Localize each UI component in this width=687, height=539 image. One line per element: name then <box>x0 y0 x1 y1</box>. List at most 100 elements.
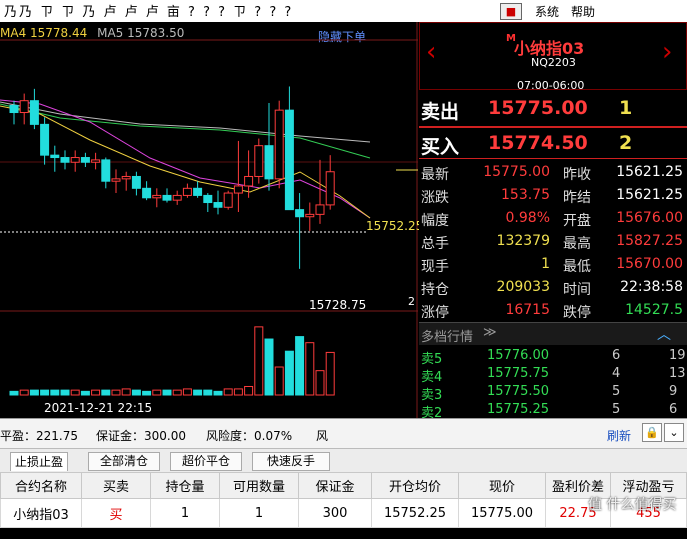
stat-label: 幅度 <box>421 213 449 229</box>
candle-body <box>233 185 243 194</box>
low-price-label: 15728.75 <box>309 298 367 312</box>
table-row[interactable]: 小纳指03 买 1 1 300 15752.25 15775.00 22.75 … <box>0 498 687 528</box>
depth-expand-icon[interactable]: ≫ <box>483 325 497 340</box>
depth-qty: 5 <box>612 402 621 417</box>
quote-stat-row: 现手 1 最低 15670.00 <box>419 254 687 276</box>
stat-label: 涨跌 <box>421 190 449 206</box>
candle-body <box>101 159 111 182</box>
stat-label: 跌停 <box>563 305 591 321</box>
cell-open-avg: 15752.25 <box>371 498 459 528</box>
menu-help[interactable]: 帮助 <box>571 3 595 20</box>
quote-stat-row: 最新 15775.00 昨收 15621.25 <box>419 162 687 184</box>
quote-stat-row: 持仓 209033 时间 22:38:58 <box>419 277 687 299</box>
candle-body <box>172 194 182 201</box>
stat-value: 153.75 <box>501 187 550 203</box>
candle-body <box>121 175 131 180</box>
quick-reverse-button[interactable]: 快速反手 <box>252 452 330 471</box>
next-symbol-icon[interactable]: › <box>662 37 672 67</box>
candle-body <box>203 194 213 204</box>
depth-row[interactable]: 卖5 15776.00 6 19 <box>419 347 687 367</box>
candle-body <box>162 194 172 201</box>
candle-body <box>29 100 39 125</box>
volume-bar <box>9 390 19 396</box>
volume-bar <box>60 389 70 396</box>
col-position[interactable]: 持仓量 <box>150 472 220 499</box>
quote-panel: ‹ › M 小纳指03 NQ2203 07:00-06:00 卖出 15775.… <box>419 22 687 421</box>
volume-bar <box>305 342 315 396</box>
candle-body <box>9 104 19 114</box>
cell-price: 15775.00 <box>458 498 546 528</box>
depth-title: 多档行情 <box>421 330 474 345</box>
candle-body <box>152 194 162 199</box>
cell-position: 1 <box>150 498 220 528</box>
candle-body <box>193 187 203 196</box>
symbol-header: ‹ › M 小纳指03 NQ2203 07:00-06:00 <box>419 22 687 92</box>
risk-level: 风险度：0.07% <box>206 429 293 443</box>
kline-chart[interactable]: MA4 15778.44 MA5 15783.50 隐藏下单 15752.25 … <box>0 22 423 418</box>
volume-bar <box>264 338 274 396</box>
menu-system[interactable]: 系统 <box>535 3 559 20</box>
window-restore-icon[interactable]: ■ <box>500 3 522 20</box>
buy-row[interactable]: 买入 15774.50 2 <box>419 128 687 158</box>
stat-label: 涨停 <box>421 305 449 321</box>
stat-label: 最新 <box>421 167 449 183</box>
sell-qty: 1 <box>619 97 633 119</box>
depth-qty: 6 <box>612 348 621 363</box>
col-contract[interactable]: 合约名称 <box>0 472 82 499</box>
refresh-link[interactable]: 刷新 <box>607 427 631 444</box>
watermark-logo: 值 什么值得买 <box>588 497 677 513</box>
right-scale-marker: 2 <box>408 295 415 308</box>
volume-bar <box>315 370 325 396</box>
volume-bar <box>213 390 223 396</box>
candle-body <box>274 109 284 180</box>
ma-line-0 <box>0 103 371 159</box>
sell-label: 卖出 <box>421 101 460 123</box>
quote-stat-row: 涨跌 153.75 昨结 15621.25 <box>419 185 687 207</box>
col-side[interactable]: 买卖 <box>81 472 151 499</box>
candle-body <box>91 159 101 163</box>
depth-extra: 19 <box>669 348 686 363</box>
stat-label: 现手 <box>421 259 449 275</box>
depth-row[interactable]: 卖3 15775.50 5 9 <box>419 383 687 403</box>
col-price[interactable]: 现价 <box>458 472 546 499</box>
volume-bar <box>223 388 233 396</box>
depth-qty: 4 <box>612 366 621 381</box>
quote-stat-row: 幅度 0.98% 开盘 15676.00 <box>419 208 687 230</box>
volume-bar <box>233 388 243 396</box>
col-margin[interactable]: 保证金 <box>298 472 372 499</box>
prev-symbol-icon[interactable]: ‹ <box>426 37 436 67</box>
volume-bar <box>91 389 101 396</box>
close-all-button[interactable]: 全部清仓 <box>88 452 160 471</box>
candle-body <box>182 187 192 196</box>
volume-bar <box>254 326 264 396</box>
tab-stop-loss[interactable]: 止损止盈 <box>10 452 69 471</box>
col-available[interactable]: 可用数量 <box>219 472 299 499</box>
candle-body <box>80 157 90 163</box>
volume-bar <box>182 388 192 396</box>
account-status-bar: 平盈：221.75 保证金：300.00 风险度：0.07% 风 刷新 🔒 ⌄ <box>0 418 687 449</box>
table-header-row: 合约名称 买卖 持仓量 可用数量 保证金 开仓均价 现价 盈利价差 浮动盈亏 <box>0 472 687 499</box>
window-title-fragment: 乃乃 ㄗ ㄗ 乃 卢 卢 卢 亩 ? ? ? ㄗ ? ? ? <box>4 5 294 17</box>
super-price-close-button[interactable]: 超价平仓 <box>170 452 242 471</box>
stat-value: 0.98% <box>505 210 550 226</box>
cell-side: 买 <box>81 498 151 528</box>
symbol-code: NQ2203 <box>531 56 576 69</box>
col-open-avg[interactable]: 开仓均价 <box>371 472 459 499</box>
cursor-date-label: 2021-12-21 22:15 <box>44 401 153 415</box>
volume-bar <box>19 389 29 396</box>
sell-row[interactable]: 卖出 15775.00 1 <box>419 94 687 124</box>
stat-value: 15621.25 <box>616 164 683 180</box>
chevron-down-icon[interactable]: ⌄ <box>664 423 684 442</box>
candle-body <box>305 213 315 218</box>
volume-bar <box>101 389 111 396</box>
candle-body <box>264 145 274 180</box>
depth-row[interactable]: 卖2 15775.25 5 6 <box>419 401 687 421</box>
depth-extra: 13 <box>669 366 686 381</box>
candle-body <box>50 154 60 159</box>
depth-price: 15775.50 <box>487 384 550 399</box>
stat-value: 15621.25 <box>616 187 683 203</box>
lock-icon[interactable]: 🔒 <box>642 423 662 442</box>
depth-row[interactable]: 卖4 15775.75 4 13 <box>419 365 687 385</box>
candle-body <box>60 157 70 163</box>
collapse-up-icon[interactable]: ︿ <box>657 324 671 344</box>
